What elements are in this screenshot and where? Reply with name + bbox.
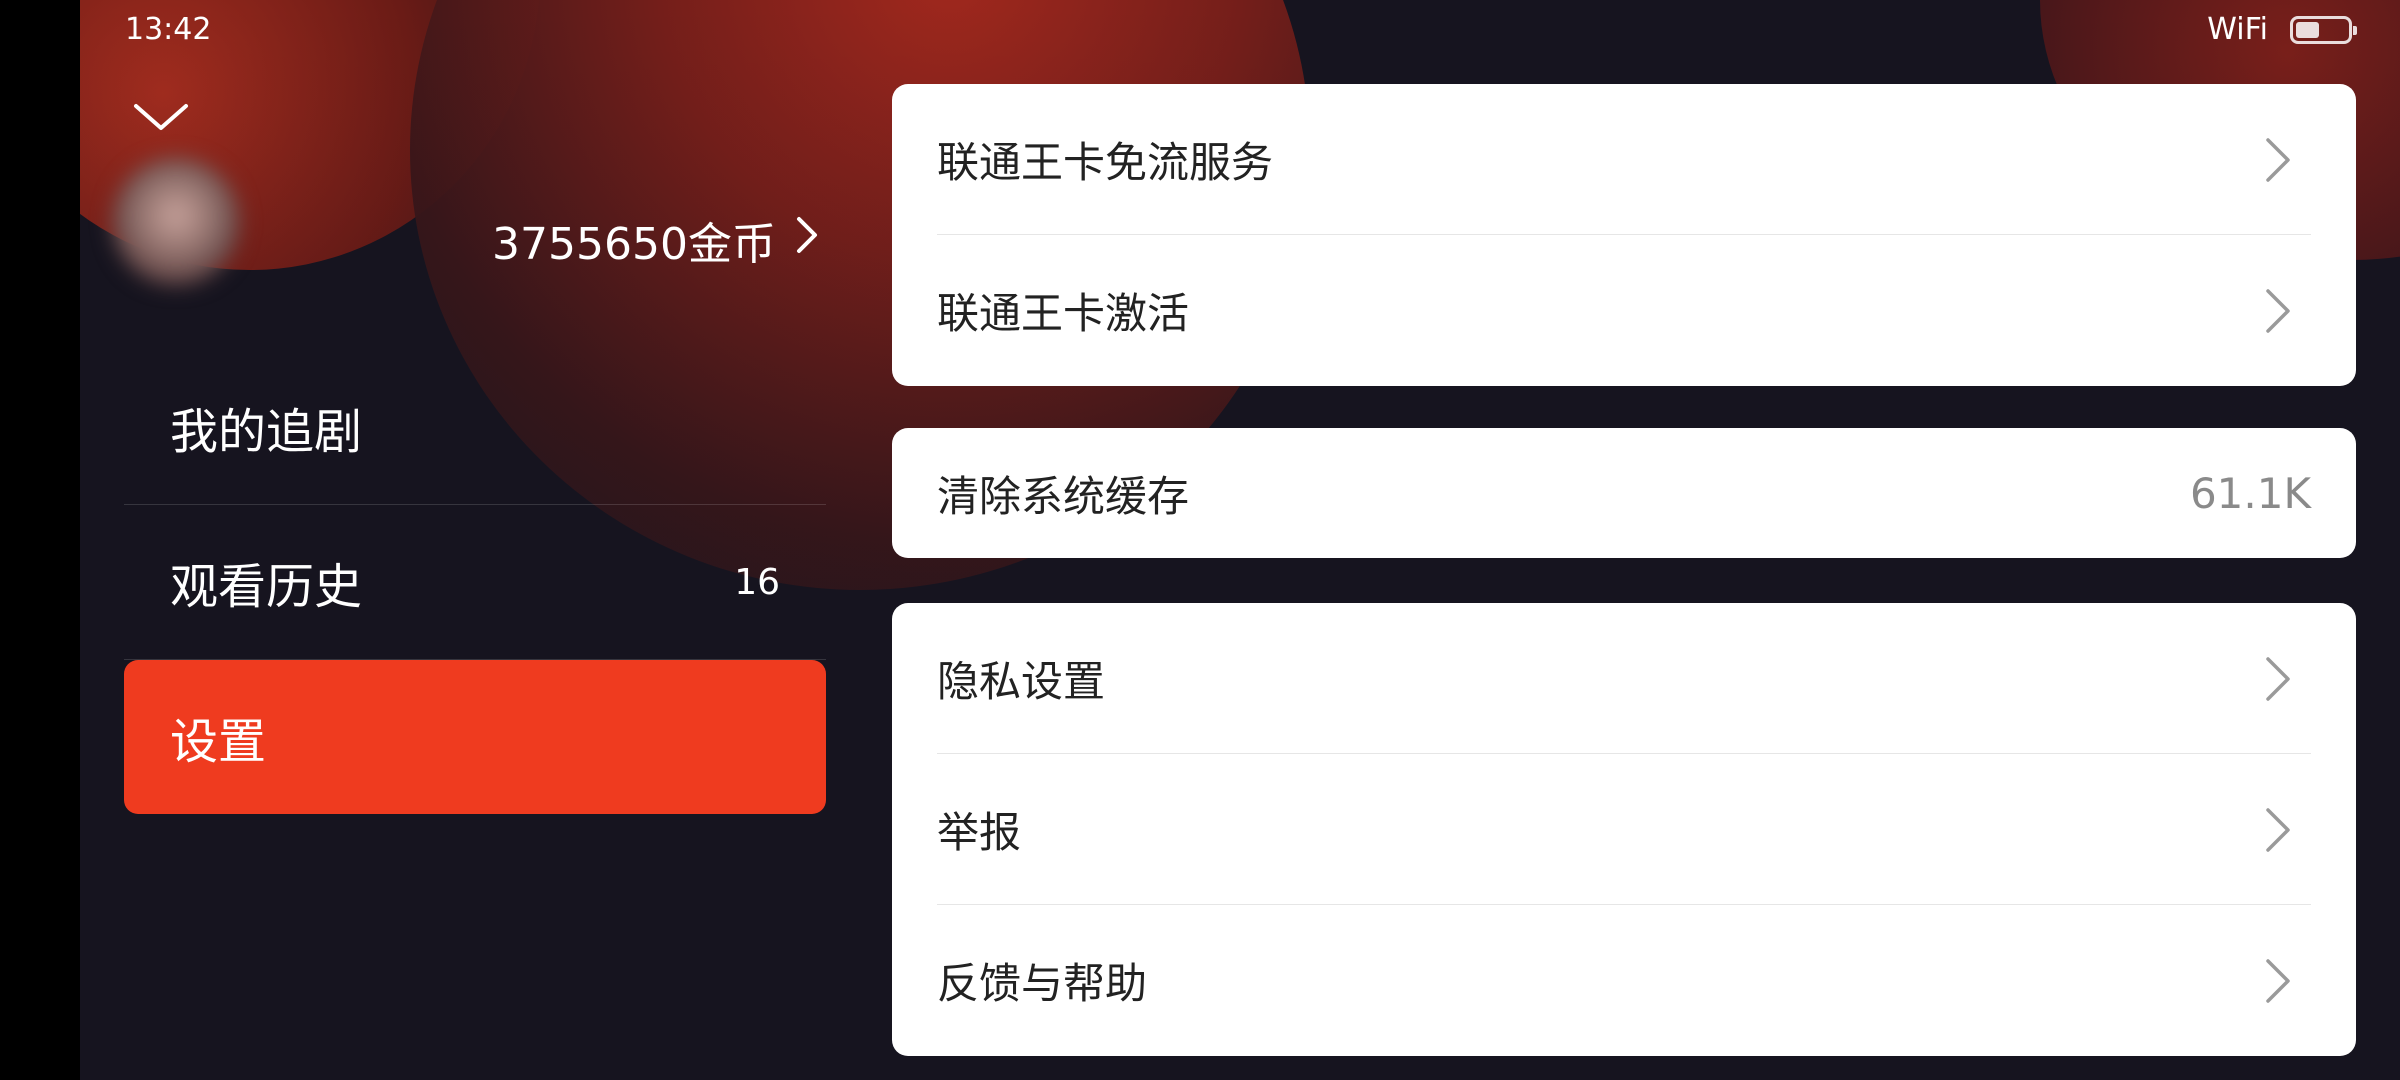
settings-row-card-activation[interactable]: 联通王卡激活 [892, 235, 2356, 386]
nav-item-watch-history[interactable]: 观看历史 16 [124, 505, 826, 660]
status-time: 13:42 [125, 12, 212, 47]
nav-item-my-shows[interactable]: 我的追剧 [124, 350, 826, 505]
settings-row-label: 联通王卡激活 [937, 289, 1190, 338]
side-nav: 我的追剧 观看历史 16 设置 [124, 350, 826, 814]
chevron-right-icon [2266, 137, 2290, 182]
chevron-right-icon [794, 214, 820, 267]
screen-edge [0, 0, 80, 1080]
settings-row-free-data-service[interactable]: 联通王卡免流服务 [892, 84, 2356, 235]
cache-size: 61.1K [2189, 468, 2311, 518]
settings-row-clear-cache[interactable]: 清除系统缓存 61.1K [892, 428, 2356, 558]
nav-item-label: 观看历史 [170, 559, 363, 615]
coins-balance: 3755650金币 [492, 219, 776, 270]
coins-button[interactable]: 3755650金币 [492, 208, 820, 272]
chevron-right-icon [2266, 958, 2290, 1003]
settings-row-report[interactable]: 举报 [892, 754, 2356, 905]
chevron-down-icon[interactable] [130, 96, 192, 138]
settings-card-general: 隐私设置 举报 反馈与帮助 [892, 603, 2356, 1056]
nav-item-settings[interactable]: 设置 [124, 660, 826, 814]
settings-row-label: 反馈与帮助 [937, 959, 1148, 1008]
background-decoration [0, 0, 540, 270]
nav-item-label: 我的追剧 [170, 404, 363, 460]
settings-row-privacy[interactable]: 隐私设置 [892, 603, 2356, 754]
avatar[interactable] [112, 158, 240, 286]
settings-row-feedback-help[interactable]: 反馈与帮助 [892, 905, 2356, 1056]
chevron-right-icon [2266, 807, 2290, 852]
nav-item-label: 设置 [170, 714, 267, 770]
settings-card-carrier: 联通王卡免流服务 联通王卡激活 [892, 84, 2356, 386]
chevron-right-icon [2266, 656, 2290, 701]
settings-row-label: 联通王卡免流服务 [937, 138, 1274, 187]
battery-level [2296, 21, 2319, 38]
chevron-right-icon [2266, 288, 2290, 333]
settings-card-cache: 清除系统缓存 61.1K [892, 428, 2356, 558]
history-count: 16 [734, 561, 780, 603]
app-screen: 13:42 WiFi 3755650金币 我的追剧 观看历史 16 设置 联通王… [0, 0, 2400, 1080]
settings-row-label: 举报 [937, 808, 1022, 857]
settings-row-label: 隐私设置 [937, 657, 1106, 706]
network-label: WiFi [2207, 12, 2268, 47]
status-indicators: WiFi [2207, 12, 2357, 47]
battery-icon [2290, 15, 2357, 44]
settings-row-label: 清除系统缓存 [937, 471, 1190, 521]
